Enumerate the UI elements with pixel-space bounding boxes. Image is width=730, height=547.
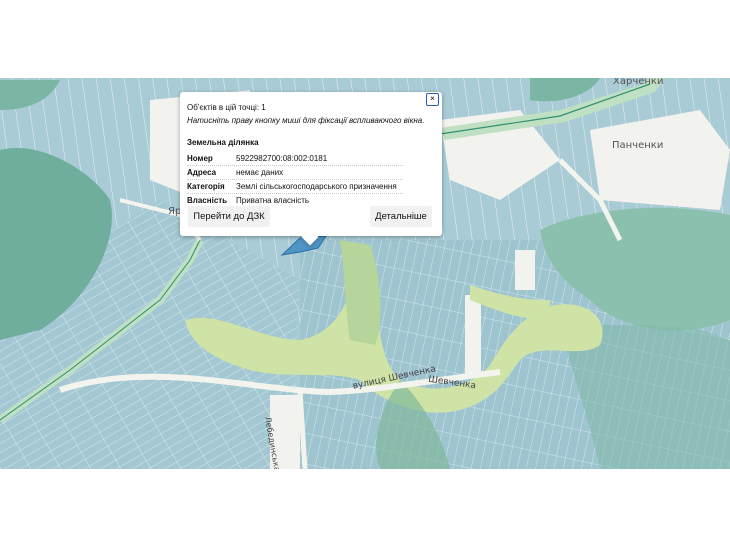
- field-label: Категорія: [187, 182, 225, 191]
- unparcelled-strip: [465, 295, 481, 375]
- parcel-info-popup: × Об'єктів в цій точці: 1 Натисніть прав…: [180, 92, 442, 246]
- field-row-address: Адреса немає даних: [187, 166, 403, 180]
- section-title: Земельна ділянка: [187, 138, 259, 147]
- place-label-panchenky: Панченки: [612, 140, 664, 151]
- details-button[interactable]: Детальніше: [370, 206, 432, 227]
- field-value: немає даних: [236, 168, 284, 177]
- field-value: Приватна власність: [236, 196, 310, 205]
- close-button[interactable]: ×: [426, 93, 439, 106]
- field-label: Власність: [187, 196, 228, 205]
- field-value: Землі сільськогосподарського призначення: [236, 182, 397, 191]
- field-value: 5922982700:08:002:0181: [236, 154, 328, 163]
- go-to-dzk-button[interactable]: Перейти до ДЗК: [188, 206, 270, 227]
- unparcelled-strip: [515, 250, 535, 290]
- field-label: Адреса: [187, 168, 217, 177]
- field-row-number: Номер 5922982700:08:002:0181: [187, 152, 403, 166]
- popup-hint: Натисніть праву кнопку миші для фіксації…: [187, 116, 425, 125]
- field-label: Номер: [187, 154, 213, 163]
- objects-count: Об'єктів в цій точці: 1: [187, 103, 266, 112]
- place-label-kharchenky: Харченки: [613, 78, 664, 87]
- field-row-category: Категорія Землі сільськогосподарського п…: [187, 180, 403, 194]
